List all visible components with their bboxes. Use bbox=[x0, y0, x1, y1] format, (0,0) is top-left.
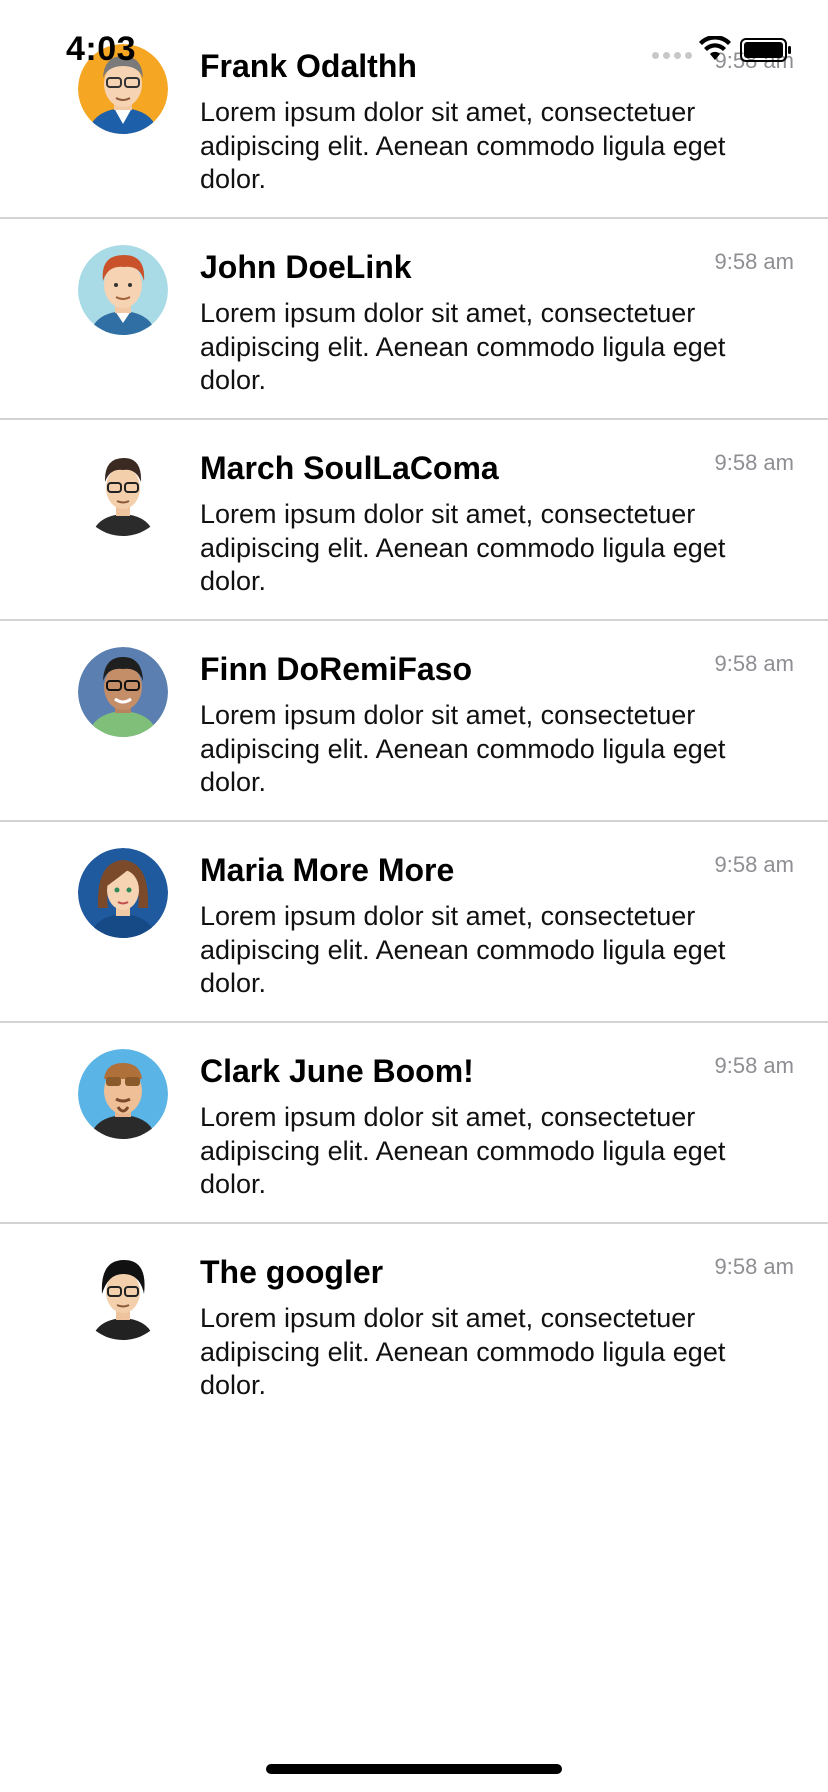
avatar bbox=[78, 1250, 168, 1340]
avatar-maria-icon bbox=[78, 848, 168, 938]
avatar bbox=[78, 245, 168, 335]
avatar-john-icon bbox=[78, 245, 168, 335]
message-list: Frank Odalthh 9:58 am Lorem ipsum dolor … bbox=[0, 18, 828, 1425]
message-time: 9:58 am bbox=[714, 852, 795, 877]
message-preview: Lorem ipsum dolor sit amet, consectetuer… bbox=[200, 97, 726, 194]
avatar bbox=[78, 848, 168, 938]
message-time: 9:58 am bbox=[714, 1254, 795, 1279]
contact-name: Clark June Boom! bbox=[200, 1053, 474, 1089]
message-preview: Lorem ipsum dolor sit amet, consectetuer… bbox=[200, 1303, 726, 1400]
message-time: 9:58 am bbox=[714, 249, 795, 274]
message-row[interactable]: John DoeLink 9:58 am Lorem ipsum dolor s… bbox=[0, 219, 828, 420]
message-time: 9:58 am bbox=[714, 450, 795, 475]
contact-name: Maria More More bbox=[200, 852, 455, 888]
message-preview: Lorem ipsum dolor sit amet, consectetuer… bbox=[200, 901, 726, 998]
avatar bbox=[78, 647, 168, 737]
message-row[interactable]: Maria More More 9:58 am Lorem ipsum dolo… bbox=[0, 822, 828, 1023]
message-preview: Lorem ipsum dolor sit amet, consectetuer… bbox=[200, 700, 726, 797]
avatar-march-icon bbox=[78, 446, 168, 536]
message-time: 9:58 am bbox=[714, 1053, 795, 1078]
message-row[interactable]: The googler 9:58 am Lorem ipsum dolor si… bbox=[0, 1224, 828, 1425]
avatar-frank-icon bbox=[78, 44, 168, 134]
message-preview: Lorem ipsum dolor sit amet, consectetuer… bbox=[200, 1102, 726, 1199]
contact-name: Finn DoRemiFaso bbox=[200, 651, 473, 687]
avatar-finn-icon bbox=[78, 647, 168, 737]
home-indicator[interactable] bbox=[266, 1764, 562, 1774]
message-preview: Lorem ipsum dolor sit amet, consectetuer… bbox=[200, 499, 726, 596]
contact-name: The googler bbox=[200, 1254, 384, 1290]
message-time: 9:58 am bbox=[714, 651, 795, 676]
message-row[interactable]: March SoulLaComa 9:58 am Lorem ipsum dol… bbox=[0, 420, 828, 621]
avatar-clark-icon bbox=[78, 1049, 168, 1139]
message-preview: Lorem ipsum dolor sit amet, consectetuer… bbox=[200, 298, 726, 395]
message-row[interactable]: Clark June Boom! 9:58 am Lorem ipsum dol… bbox=[0, 1023, 828, 1224]
avatar bbox=[78, 446, 168, 536]
message-row[interactable]: Frank Odalthh 9:58 am Lorem ipsum dolor … bbox=[0, 18, 828, 219]
message-row[interactable]: Finn DoRemiFaso 9:58 am Lorem ipsum dolo… bbox=[0, 621, 828, 822]
contact-name: Frank Odalthh bbox=[200, 48, 417, 84]
message-time: 9:58 am bbox=[714, 48, 795, 73]
avatar bbox=[78, 44, 168, 134]
avatar bbox=[78, 1049, 168, 1139]
contact-name: John DoeLink bbox=[200, 249, 412, 285]
avatar-googler-icon bbox=[78, 1250, 168, 1340]
contact-name: March SoulLaComa bbox=[200, 450, 499, 486]
